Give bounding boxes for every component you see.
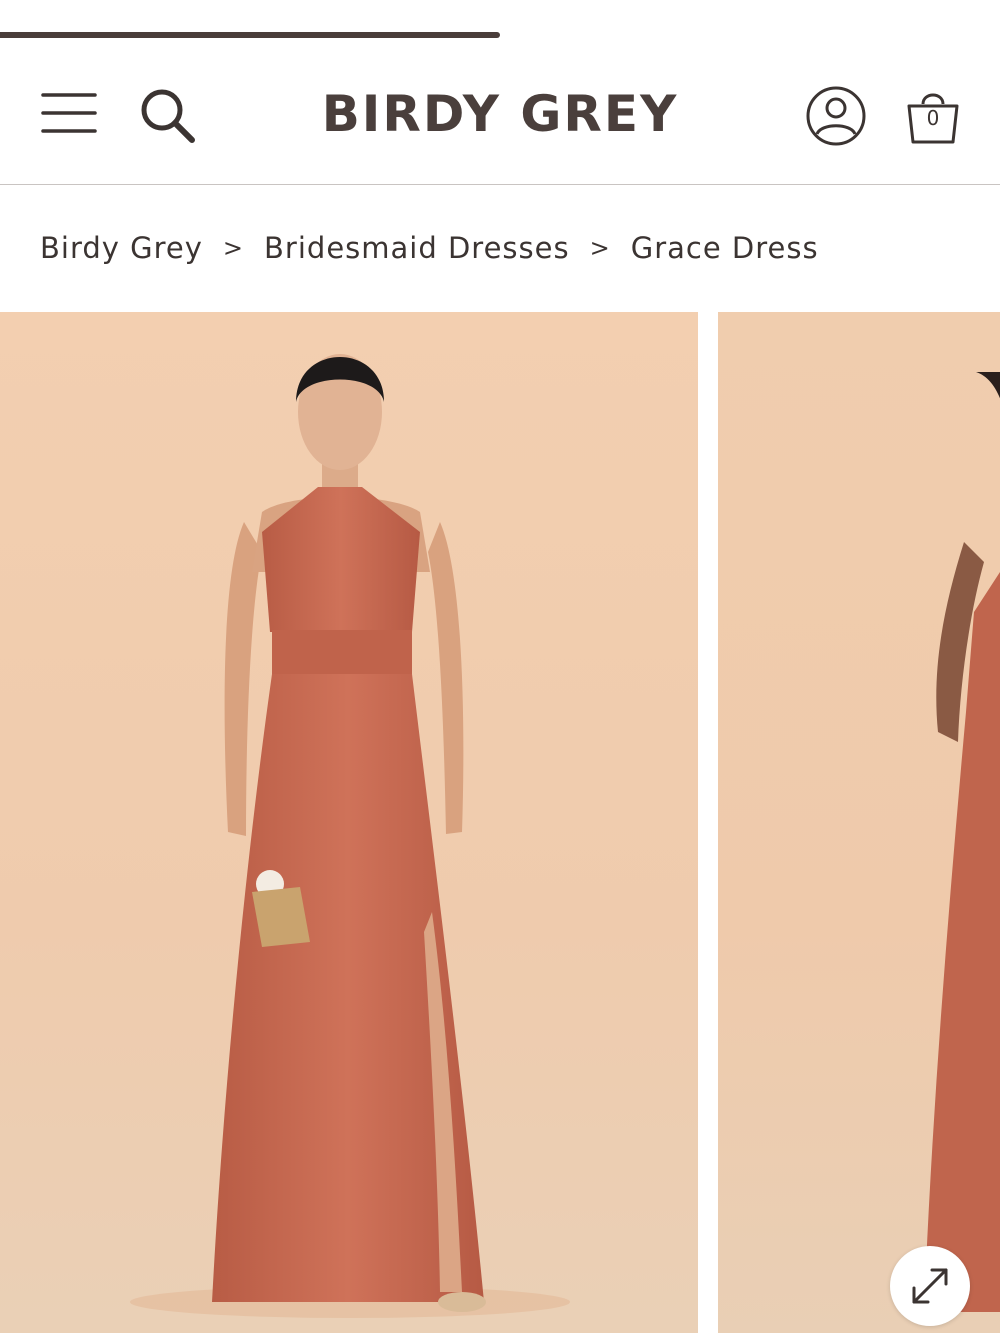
breadcrumb-home-link[interactable]: Birdy Grey (40, 231, 203, 265)
model-in-dress-illustration-partial (924, 372, 1000, 1312)
product-photo-secondary[interactable] (718, 312, 1000, 1333)
shopping-bag-button[interactable]: 0 (898, 80, 968, 152)
breadcrumb-separator: > (589, 234, 611, 262)
breadcrumb: Birdy Grey > Bridesmaid Dresses > Grace … (40, 226, 819, 270)
hamburger-menu-button[interactable] (38, 86, 100, 140)
product-photo-main[interactable] (0, 312, 698, 1333)
expand-arrows-icon (912, 1268, 948, 1304)
page-progress-bar (0, 32, 1000, 38)
model-in-dress-illustration (130, 354, 570, 1318)
bag-item-count: 0 (926, 106, 940, 130)
breadcrumb-category-link[interactable]: Bridesmaid Dresses (264, 231, 570, 265)
expand-gallery-button[interactable] (890, 1246, 970, 1326)
site-header: BIRDY GREY 0 (0, 40, 1000, 185)
hamburger-menu-icon (41, 93, 97, 133)
account-button[interactable] (800, 80, 872, 152)
search-button[interactable] (132, 80, 204, 152)
breadcrumb-current-page: Grace Dress (630, 231, 819, 265)
page-progress-fill (0, 32, 500, 38)
breadcrumb-separator: > (222, 234, 245, 262)
brand-logo[interactable]: BIRDY GREY (310, 82, 690, 146)
search-icon (141, 89, 195, 143)
user-account-icon (806, 86, 866, 146)
